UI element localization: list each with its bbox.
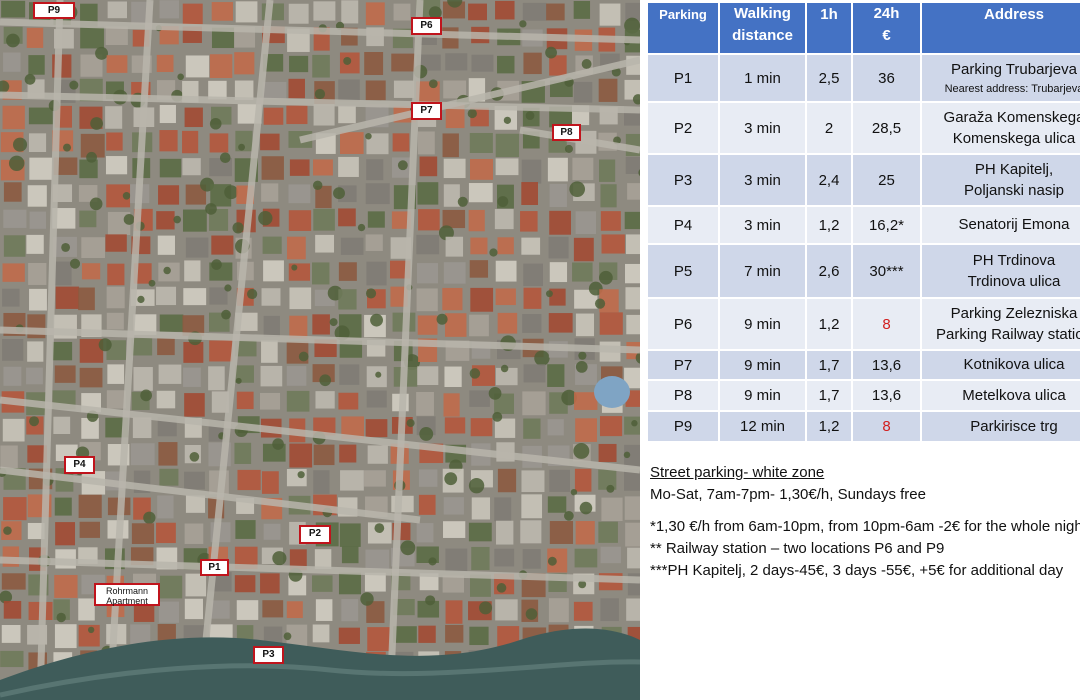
cell-parking: P9 bbox=[646, 410, 720, 443]
table-header-row: Parking Walking distance 1h 24h € Address bbox=[646, 1, 1080, 55]
table-row: P1 1 min 2,5 36 Parking Trubarjeva Neares… bbox=[646, 53, 1080, 103]
street-parking-hours: Mo-Sat, 7am-7pm- 1,30€/h, Sundays free bbox=[650, 486, 926, 503]
col-header-1h: 1h bbox=[805, 1, 853, 55]
cell-address: Parkirisce trg bbox=[920, 410, 1080, 443]
cell-walk: 3 min bbox=[718, 153, 807, 207]
marker-p3[interactable]: P3 bbox=[253, 646, 284, 664]
col-header-parking: Parking bbox=[646, 1, 720, 55]
table-row: P6 9 min 1,2 8 Parking Zelezniska Parking… bbox=[646, 297, 1080, 351]
cell-24h: 13,6 bbox=[851, 379, 922, 412]
aerial-map[interactable]: P9 P6 P7 P8 P4 P2 P1 P3 Rohrmann Apartme… bbox=[0, 0, 640, 700]
parking-notes: Street parking- white zone Mo-Sat, 7am-7… bbox=[650, 462, 1080, 582]
cell-1h: 1,2 bbox=[805, 205, 853, 245]
cell-walk: 3 min bbox=[718, 101, 807, 155]
cell-parking: P2 bbox=[646, 101, 720, 155]
cell-address: Kotnikova ulica bbox=[920, 349, 1080, 381]
marker-p1[interactable]: P1 bbox=[200, 559, 229, 576]
table-row: P9 12 min 1,2 8 Parkirisce trg bbox=[646, 410, 1080, 443]
cell-24h: 30*** bbox=[851, 243, 922, 299]
cell-parking: P5 bbox=[646, 243, 720, 299]
cell-24h: 8 bbox=[851, 410, 922, 443]
marker-p6[interactable]: P6 bbox=[411, 17, 442, 35]
cell-address: PH Kapitelj, Poljanski nasip bbox=[920, 153, 1080, 207]
cell-walk: 1 min bbox=[718, 53, 807, 103]
cell-24h: 36 bbox=[851, 53, 922, 103]
marker-p4[interactable]: P4 bbox=[64, 456, 95, 474]
cell-1h: 2 bbox=[805, 101, 853, 155]
cell-parking: P8 bbox=[646, 379, 720, 412]
table-row: P3 3 min 2,4 25 PH Kapitelj, Poljanski na… bbox=[646, 153, 1080, 207]
cell-1h: 1,7 bbox=[805, 349, 853, 381]
marker-p7[interactable]: P7 bbox=[411, 102, 442, 120]
table-row: P7 9 min 1,7 13,6 Kotnikova ulica bbox=[646, 349, 1080, 381]
marker-p9[interactable]: P9 bbox=[33, 2, 75, 19]
footnote-3: ***PH Kapitelj, 2 days-45€, 3 days -55€,… bbox=[650, 562, 1064, 579]
table-row: P5 7 min 2,6 30*** PH Trdinova Trdinova u… bbox=[646, 243, 1080, 299]
cell-address: Garaža Komenskega Komenskega ulica bbox=[920, 101, 1080, 155]
table-row: P4 3 min 1,2 16,2* Senatorij Emona bbox=[646, 205, 1080, 245]
cell-walk: 12 min bbox=[718, 410, 807, 443]
cell-1h: 1,2 bbox=[805, 410, 853, 443]
cell-walk: 7 min bbox=[718, 243, 807, 299]
cell-24h: 25 bbox=[851, 153, 922, 207]
cell-1h: 2,4 bbox=[805, 153, 853, 207]
cell-parking: P7 bbox=[646, 349, 720, 381]
cell-address: PH Trdinova Trdinova ulica bbox=[920, 243, 1080, 299]
cell-address: Parking Zelezniska Parking Railway statio… bbox=[920, 297, 1080, 351]
cell-parking: P4 bbox=[646, 205, 720, 245]
cell-parking: P3 bbox=[646, 153, 720, 207]
marker-p2[interactable]: P2 bbox=[299, 525, 331, 544]
col-header-address: Address bbox=[920, 1, 1080, 55]
cell-1h: 2,5 bbox=[805, 53, 853, 103]
cell-parking: P1 bbox=[646, 53, 720, 103]
cell-walk: 9 min bbox=[718, 379, 807, 412]
street-parking-title: Street parking- white zone bbox=[650, 464, 825, 481]
cell-address: Senatorij Emona bbox=[920, 205, 1080, 245]
cell-1h: 2,6 bbox=[805, 243, 853, 299]
col-header-walking-distance: Walking distance bbox=[718, 1, 807, 55]
cell-walk: 9 min bbox=[718, 297, 807, 351]
cell-24h: 8 bbox=[851, 297, 922, 351]
cell-24h: 13,6 bbox=[851, 349, 922, 381]
footnote-2: ** Railway station – two locations P6 an… bbox=[650, 540, 945, 557]
cell-1h: 1,2 bbox=[805, 297, 853, 351]
cell-parking: P6 bbox=[646, 297, 720, 351]
cell-address: Metelkova ulica bbox=[920, 379, 1080, 412]
cell-walk: 9 min bbox=[718, 349, 807, 381]
marker-p8[interactable]: P8 bbox=[552, 124, 581, 141]
parking-info-panel: Parking Walking distance 1h 24h € Address … bbox=[640, 0, 1080, 700]
parking-table: Parking Walking distance 1h 24h € Address … bbox=[646, 1, 1080, 443]
table-row: P8 9 min 1,7 13,6 Metelkova ulica bbox=[646, 379, 1080, 412]
cell-24h: 28,5 bbox=[851, 101, 922, 155]
cell-24h: 16,2* bbox=[851, 205, 922, 245]
cell-1h: 1,7 bbox=[805, 379, 853, 412]
marker-rohrmann-apartment[interactable]: Rohrmann Apartment bbox=[94, 583, 160, 606]
table-row: P2 3 min 2 28,5 Garaža Komenskega Komensk… bbox=[646, 101, 1080, 155]
footnote-1: *1,30 €/h from 6am-10pm, from 10pm-6am -… bbox=[650, 518, 1080, 535]
col-header-24h: 24h € bbox=[851, 1, 922, 55]
cell-address: Parking Trubarjeva Nearest address: Truba… bbox=[920, 53, 1080, 103]
cell-walk: 3 min bbox=[718, 205, 807, 245]
